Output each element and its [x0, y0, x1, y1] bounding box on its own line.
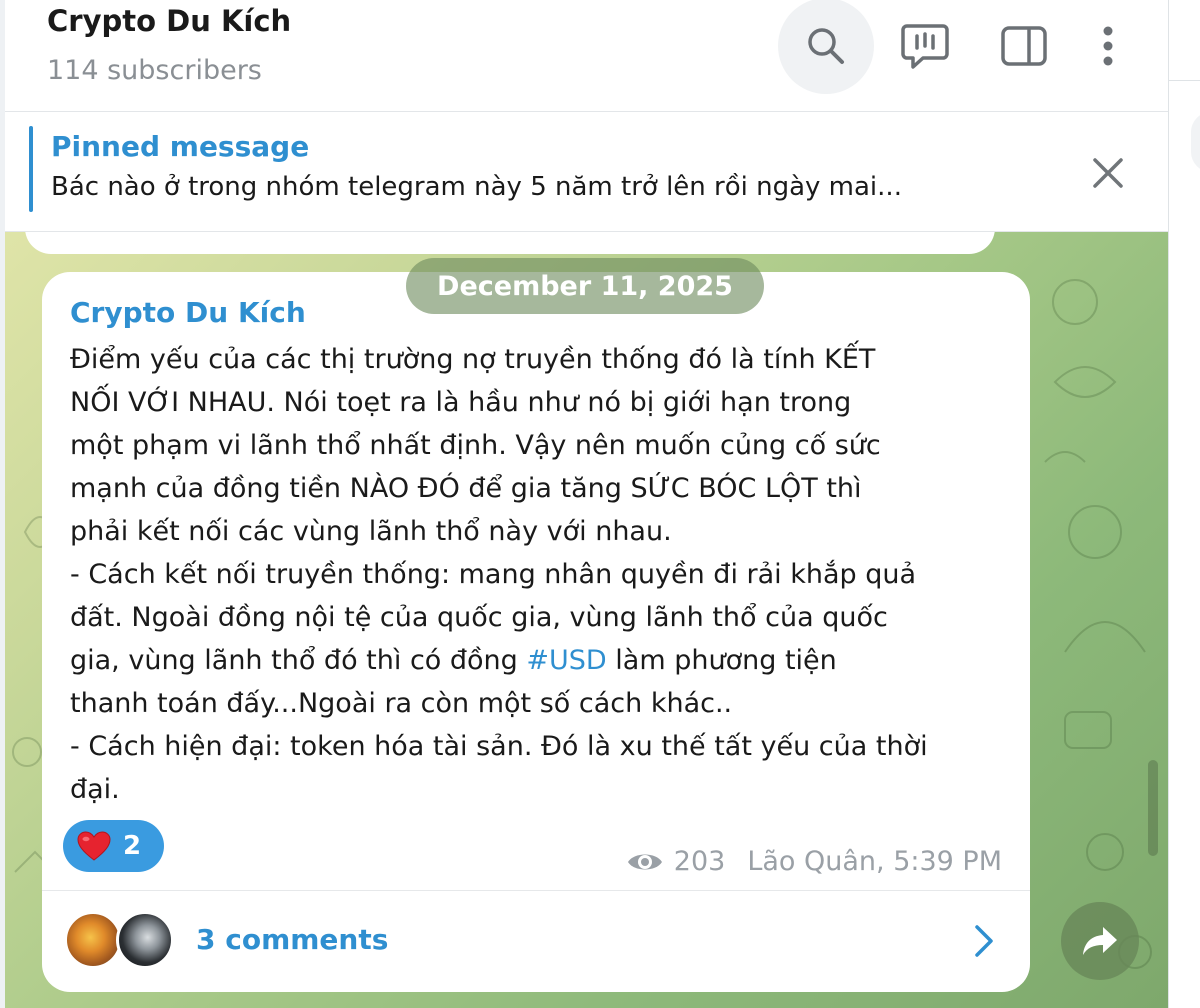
message-bubble[interactable]: Crypto Du Kích Điểm yếu của các thị trườ…	[42, 272, 1030, 992]
message-line: một phạm vi lãnh thổ nhất định. Vậy nên …	[70, 430, 881, 461]
message-signature-time: Lão Quân, 5:39 PM	[747, 846, 1002, 877]
comments-link[interactable]: 3 comments	[196, 923, 388, 956]
pinned-preview-text: Bác nào ở trong nhóm telegram này 5 năm …	[51, 172, 902, 202]
message-line: đại.	[70, 774, 120, 805]
message-line: mạnh của đồng tiền NÀO ĐÓ để gia tăng SỨ…	[70, 473, 862, 504]
views-eye-icon	[627, 854, 662, 869]
message-meta: 203 Lão Quân, 5:39 PM	[626, 846, 1002, 877]
message-text: Điểm yếu của các thị trường nợ truyền th…	[70, 338, 1010, 811]
chat-header[interactable]: Crypto Du Kích 114 subscribers	[5, 0, 1168, 112]
message-line: - Cách kết nối truyền thống: mang nhân q…	[70, 559, 917, 590]
message-author[interactable]: Crypto Du Kích	[70, 296, 306, 329]
heart-icon	[77, 831, 111, 861]
right-pane-control	[1191, 112, 1200, 172]
message-line: NỐI VỚI NHAU. Nói toẹt ra là hầu như nó …	[70, 387, 852, 418]
right-pane-edge	[1168, 0, 1200, 1008]
subscriber-count: 114 subscribers	[47, 55, 262, 86]
message-line-text: làm phương tiện	[606, 645, 837, 676]
chevron-right-icon	[975, 925, 993, 957]
message-line: Điểm yếu của các thị trường nợ truyền th…	[70, 344, 876, 375]
message-line: thanh toán đấy...Ngoài ra còn một số các…	[70, 688, 733, 719]
message-line: - Cách hiện đại: token hóa tài sản. Đó l…	[70, 731, 928, 762]
right-pane-divider	[1169, 80, 1200, 81]
pinned-message-bar[interactable]: Pinned message Bác nào ở trong nhóm tele…	[5, 112, 1168, 232]
discussion-button[interactable]	[877, 0, 973, 94]
search-icon	[808, 28, 844, 64]
scrollbar-thumb[interactable]	[1148, 760, 1158, 856]
message-line: phải kết nối các vùng lãnh thổ này với n…	[70, 516, 672, 547]
message-line: đất. Ngoài đồng nội tệ của quốc gia, vùn…	[70, 602, 888, 633]
channel-title[interactable]: Crypto Du Kích	[47, 4, 291, 38]
chat-area[interactable]: December 11, 2025 Crypto Du Kích Điểm yế…	[5, 232, 1168, 1008]
comments-icon	[901, 24, 949, 69]
view-count: 203	[673, 846, 726, 877]
date-separator: December 11, 2025	[406, 258, 764, 314]
message-line: gia, vùng lãnh thổ đó thì có đồng #USD l…	[70, 639, 1010, 682]
close-pinned-button[interactable]	[1083, 148, 1133, 198]
pinned-title: Pinned message	[51, 130, 310, 163]
previous-message-bubble	[25, 232, 995, 254]
message-line-text: gia, vùng lãnh thổ đó thì có đồng	[70, 645, 527, 676]
pinned-accent-bar	[29, 126, 33, 212]
close-icon	[1093, 158, 1123, 188]
reaction-count: 2	[123, 831, 142, 861]
search-button[interactable]	[778, 0, 874, 94]
forward-icon	[1083, 927, 1117, 955]
side-panel-button[interactable]	[976, 0, 1072, 94]
hashtag-link[interactable]: #USD	[526, 645, 606, 676]
heart-reaction-button[interactable]: 2	[63, 820, 164, 872]
forward-button[interactable]	[1061, 902, 1139, 980]
comments-arrow[interactable]	[966, 921, 1002, 961]
telegram-window: Crypto Du Kích 114 subscribers Pinned me…	[0, 0, 1200, 1008]
commenter-avatar	[116, 911, 174, 969]
side-panel-icon	[1001, 26, 1047, 66]
commenter-avatar	[64, 911, 122, 969]
more-icon	[1103, 26, 1113, 66]
comments-row[interactable]: 3 comments	[42, 891, 1030, 992]
more-options-button[interactable]	[1060, 0, 1156, 94]
